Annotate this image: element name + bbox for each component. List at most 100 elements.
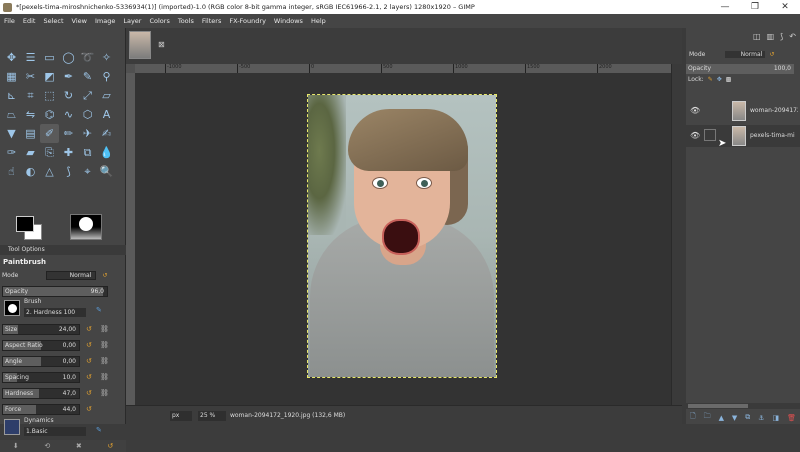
menu-help[interactable]: Help <box>311 17 326 25</box>
scale-tool-icon[interactable]: ⤢ <box>78 86 97 105</box>
menu-view[interactable]: View <box>72 17 87 25</box>
perspective-clone-tool-icon[interactable]: ⧉ <box>78 143 97 162</box>
hardness-reset-icon[interactable]: ↺ <box>86 389 92 397</box>
bucket-fill-tool-icon[interactable]: ▼ <box>2 124 21 143</box>
lock-alpha-icon[interactable]: ▩ <box>726 76 732 83</box>
mypaint-brush-tool-icon[interactable]: ✑ <box>2 143 21 162</box>
angle-link-icon[interactable]: ⛓ <box>100 357 109 365</box>
lock-pixels-icon[interactable]: ✎ <box>708 76 713 83</box>
close-button[interactable]: ✕ <box>770 0 800 14</box>
menu-windows[interactable]: Windows <box>274 17 303 25</box>
tab-tool-options[interactable]: Tool Options <box>0 245 126 255</box>
reset-options-icon[interactable]: ↺ <box>107 442 113 450</box>
measure-tool-icon[interactable]: ⊾ <box>2 86 21 105</box>
angle-slider[interactable]: Angle 0,00 <box>2 356 80 367</box>
eraser-tool-icon[interactable]: ▰ <box>21 143 40 162</box>
opacity-slider[interactable]: Opacity 96,0 <box>2 286 108 297</box>
layer-row-woman[interactable]: 👁 woman-2094172_ <box>686 100 800 122</box>
anchor-layer-icon[interactable]: ⚓ <box>758 414 764 422</box>
paint-mode-select[interactable]: Normal <box>46 271 97 280</box>
aspect-ratio-slider[interactable]: Aspect Ratio 0,00 <box>2 340 80 351</box>
menu-filters[interactable]: Filters <box>202 17 221 25</box>
lock-position-icon[interactable]: ✥ <box>717 76 722 83</box>
perspective-tool-icon[interactable]: ⏢ <box>2 105 21 124</box>
layer-opacity-slider[interactable]: Opacity 100,0 <box>686 64 794 74</box>
text-tool-icon[interactable]: A <box>97 105 116 124</box>
fg-bg-color-swatches[interactable] <box>14 216 46 242</box>
paths-tool-icon[interactable]: ✒ <box>59 67 78 86</box>
fuzzy-select-tool-icon[interactable]: ✧ <box>97 48 116 67</box>
align-tool-icon[interactable]: ☰ <box>21 48 40 67</box>
cage-tool-icon[interactable]: ⌬ <box>40 105 59 124</box>
unified-transform-tool-icon[interactable]: ⬚ <box>40 86 59 105</box>
move-tool-icon[interactable]: ✥ <box>2 48 21 67</box>
brush-thumbnail[interactable] <box>4 300 20 316</box>
foreground-color-swatch[interactable] <box>16 216 34 232</box>
clone-tool-icon[interactable]: ⎘ <box>40 143 59 162</box>
hardness-link-icon[interactable]: ⛓ <box>100 389 109 397</box>
image-canvas[interactable] <box>135 73 671 405</box>
zoom-select[interactable]: 25 % <box>198 411 226 421</box>
aspect-reset-icon[interactable]: ↺ <box>86 341 92 349</box>
size-reset-icon[interactable]: ↺ <box>86 325 92 333</box>
force-reset-icon[interactable]: ↺ <box>86 405 92 413</box>
layer-visibility-eye-icon[interactable]: 👁 <box>690 131 700 140</box>
scissors-select-tool-icon[interactable]: ⌖ <box>78 162 97 181</box>
shear-tool-icon[interactable]: ▱ <box>97 86 116 105</box>
menu-tools[interactable]: Tools <box>178 17 194 25</box>
rect-select-tool-icon[interactable]: ▭ <box>40 48 59 67</box>
paths-edit-tool-icon[interactable]: ⟆ <box>59 162 78 181</box>
zoom-view-tool-icon[interactable]: 🔍 <box>97 162 116 181</box>
dynamics-selector[interactable]: Dynamics 1.Basic <box>2 416 92 440</box>
layer-row-pexels[interactable]: 👁 pexels-tima-mi <box>686 125 800 147</box>
flip-tool-icon[interactable]: ⇋ <box>21 105 40 124</box>
ink-tool-icon[interactable]: ✍ <box>97 124 116 143</box>
undo-history-tab-icon[interactable]: ↶ <box>789 32 796 41</box>
size-link-icon[interactable]: ⛓ <box>100 325 109 333</box>
menu-image[interactable]: Image <box>95 17 115 25</box>
free-select-tool-icon[interactable]: ➰ <box>78 48 97 67</box>
dynamics-thumbnail[interactable] <box>4 419 20 435</box>
active-brush-preview[interactable] <box>70 214 102 240</box>
brush-selector[interactable]: Brush 2. Hardness 100 <box>2 297 92 321</box>
ruler-corner[interactable] <box>126 64 135 73</box>
warp-tool-icon[interactable]: ∿ <box>59 105 78 124</box>
save-options-icon[interactable]: ⬇ <box>13 442 19 450</box>
smudge-tool-icon[interactable]: ☝ <box>2 162 21 181</box>
minimize-button[interactable]: — <box>710 0 740 14</box>
unit-select[interactable]: px <box>170 411 192 421</box>
blur-tool-icon[interactable]: 💧 <box>97 143 116 162</box>
delete-layer-icon[interactable]: 🗑 <box>787 414 796 422</box>
color-select-tool-icon[interactable]: ▦ <box>2 67 21 86</box>
layer-visibility-eye-icon[interactable]: 👁 <box>690 106 700 115</box>
new-layer-group-icon[interactable]: 🗀 <box>704 412 711 423</box>
force-slider[interactable]: Force 44,0 <box>2 404 80 415</box>
image-photo[interactable] <box>307 94 497 378</box>
handle-transform-tool-icon[interactable]: ⬡ <box>78 105 97 124</box>
duplicate-layer-icon[interactable]: ⧉ <box>745 413 750 422</box>
raise-layer-icon[interactable]: ▲ <box>719 414 724 422</box>
edit-dynamics-icon[interactable]: ✎ <box>96 426 102 434</box>
rotate-tool-icon[interactable]: ↻ <box>59 86 78 105</box>
edit-brush-icon[interactable]: ✎ <box>96 306 102 314</box>
restore-options-icon[interactable]: ⟲ <box>44 442 50 450</box>
paths-tab-icon[interactable]: ⟆ <box>780 32 783 41</box>
delete-options-icon[interactable]: ✖ <box>76 442 82 450</box>
angle-reset-icon[interactable]: ↺ <box>86 357 92 365</box>
channels-tab-icon[interactable]: ▥ <box>767 32 775 41</box>
image-tab-thumbnail[interactable] <box>129 31 151 59</box>
ellipse-select-tool-icon[interactable]: ◯ <box>59 48 78 67</box>
crop-tool-icon[interactable]: ⌗ <box>21 86 40 105</box>
maximize-button[interactable]: ❐ <box>740 0 770 14</box>
layer-mask-icon[interactable]: ◨ <box>773 414 780 422</box>
vertical-ruler[interactable] <box>126 73 135 405</box>
menu-edit[interactable]: Edit <box>23 17 36 25</box>
spacing-slider[interactable]: Spacing 10,0 <box>2 372 80 383</box>
heal-tool-icon[interactable]: ✚ <box>59 143 78 162</box>
spacing-link-icon[interactable]: ⛓ <box>100 373 109 381</box>
pencil-tool-icon[interactable]: ✏ <box>59 124 78 143</box>
menu-file[interactable]: File <box>4 17 15 25</box>
foreground-select-tool-icon[interactable]: ◩ <box>40 67 59 86</box>
layer-chain-toggle[interactable] <box>704 129 716 141</box>
horizontal-ruler[interactable]: -1000 -500 0 500 1000 1500 2000 <box>135 64 671 73</box>
